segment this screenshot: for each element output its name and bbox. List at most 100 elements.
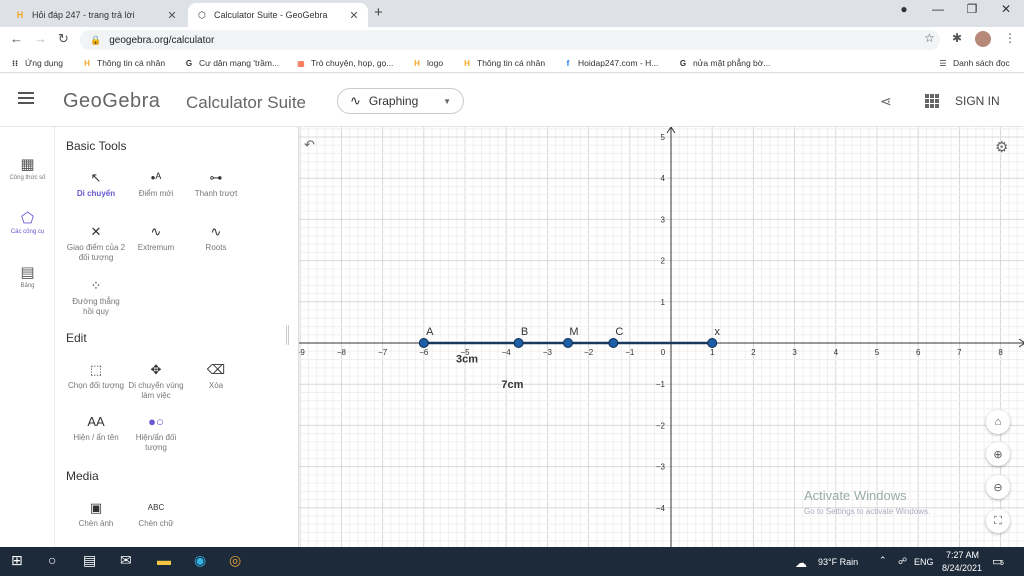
graphing-icon: ∿ [350,93,361,108]
extensions-icon[interactable]: ✱ [952,31,962,45]
label-icon: AA [87,414,105,429]
new-tab-icon[interactable]: + [374,4,383,21]
app-switcher-button[interactable]: ∿ Graphing ▼ [337,88,464,114]
browser-menu-icon[interactable]: ⋮ [1004,31,1016,45]
weather-text[interactable]: 93°F Rain [818,557,858,567]
minimize-icon[interactable]: — [922,2,954,16]
tool-move-view[interactable]: ✥ Di chuyển vùng làm việc [126,359,186,401]
tool-delete[interactable]: ⌫ Xóa [186,359,246,391]
star-icon[interactable]: ☆ [924,31,935,45]
rail-tools[interactable]: ⬠ Các công cụ [0,209,55,235]
hamburger-menu-icon[interactable] [18,92,34,107]
length-annotation: 7cm [501,379,523,391]
y-tick-label: −1 [656,380,666,389]
tool-intersect[interactable]: ✕ Giao điểm của 2 đối tượng [66,221,126,263]
lock-icon: 🔒 [90,34,102,45]
apps-grid-icon: ⁝⁝ [11,58,19,68]
home-icon: ⌂ [994,416,1002,428]
bookmark-item[interactable]: f Hoidap247.com - H... [563,58,659,68]
google-icon: G [185,58,193,68]
tool-point[interactable]: •ᴬ Điểm mới [126,167,186,199]
tool-image[interactable]: ▣ Chèn ảnh [66,497,126,529]
folder-icon[interactable]: ▬ [157,552,171,568]
search-icon[interactable]: ○ [48,552,56,568]
language-indicator[interactable]: ENG [914,557,934,567]
tool-move[interactable]: ↖ Di chuyển [66,167,126,199]
share-icon[interactable]: ⋖ [880,93,892,110]
tool-select[interactable]: ⬚ Chọn đối tượng [66,359,126,391]
settings-gear-icon[interactable]: ⚙ [995,138,1008,156]
section-media: Media [66,469,99,483]
bookmark-item[interactable]: Hlogo [412,58,443,68]
text-icon: ABC [147,503,165,512]
left-rail: ▦ Công thức số ⬠ Các công cụ ▤ Bảng [0,127,55,547]
slider-icon: ⊶ [209,170,223,185]
clock-date[interactable]: 8/24/2021 [942,563,982,573]
x-tick-label: 5 [875,348,880,357]
geogebra-favicon-icon: ⬡ [198,9,206,20]
bookmark-item[interactable]: ▦ Trò chuyện, họp, gọ... [296,58,393,68]
bookmark-item[interactable]: H Thông tin cá nhân [462,58,545,68]
record-icon[interactable]: ● [888,2,920,16]
graphics-view[interactable]: −9−8−7−6−5−4−3−2−101234567854321−1−2−3−4… [298,127,1024,547]
tool-slider[interactable]: ⊶ Thanh trượt [186,167,246,199]
activate-windows-subtitle: Go to Settings to activate Windows. [804,507,931,516]
rail-table[interactable]: ▤ Bảng [0,263,55,289]
tool-text[interactable]: ABC Chèn chữ [126,497,186,529]
reading-list[interactable]: ☰ Danh sách đọc [938,58,1009,68]
app-title: Calculator Suite [186,93,307,112]
forward-icon[interactable]: → [34,31,47,46]
tool-show-object[interactable]: ●○ Hiện/ẩn đối tượng [126,411,186,453]
tab-title: Calculator Suite - GeoGebra [214,10,328,20]
zoom-out-button[interactable]: ⊖ [986,475,1010,499]
hoidap-icon: H [464,58,470,68]
rail-algebra[interactable]: ▦ Công thức số [0,155,55,181]
sign-in-button[interactable]: SIGN IN [955,94,1000,108]
browser-tab-hoidap[interactable]: H Hỏi đáp 247 - trang trả lời ✕ [6,3,186,27]
windows-start-icon[interactable]: ⊞ [11,552,23,569]
point-A[interactable] [418,338,429,348]
zoom-in-button[interactable]: ⊕ [986,442,1010,466]
tool-regression[interactable]: ⁘ Đường thẳng hồi quy [66,275,126,317]
store-icon[interactable]: ▤ [83,552,96,569]
network-icon[interactable]: ☍ [898,556,907,567]
point-icon: •ᴬ [150,170,162,185]
apps-grid-icon[interactable] [925,94,939,108]
show-object-icon: ●○ [148,414,164,429]
tray-chevron-icon[interactable]: ⌃ [879,555,887,566]
intersect-icon: ✕ [90,224,102,239]
reload-icon[interactable]: ↻ [58,31,69,47]
bookmark-apps[interactable]: ⁝⁝ Ứng dụng [10,58,63,68]
x-tick-label: 3 [792,348,797,357]
tool-extremum[interactable]: ∿ Extremum [126,221,186,253]
fullscreen-button[interactable]: ⛶ [986,509,1010,533]
url-bar[interactable]: 🔒 geogebra.org/calculator [80,30,940,50]
close-tab-icon[interactable]: ✕ [348,9,360,22]
chrome-icon[interactable]: ◎ [229,552,241,569]
clock-time[interactable]: 7:27 AM [946,550,979,560]
tool-roots[interactable]: ∿ Roots [186,221,246,253]
home-view-button[interactable]: ⌂ [986,410,1010,434]
point-C[interactable] [608,338,619,348]
close-window-icon[interactable]: ✕ [990,2,1022,16]
profile-avatar[interactable] [975,31,991,47]
point-B[interactable] [513,338,524,348]
panel-resize-handle[interactable] [286,325,289,345]
tools-icon: ⬠ [20,210,35,227]
edge-icon[interactable]: ◉ [194,552,206,569]
back-icon[interactable]: ← [10,31,23,46]
point-M[interactable] [563,338,573,348]
mail-icon[interactable]: ✉ [120,552,132,569]
bookmark-item[interactable]: Gnửa mặt phẳng bờ... [678,58,771,68]
coordinate-plane[interactable]: −9−8−7−6−5−4−3−2−101234567854321−1−2−3−4… [299,127,1024,547]
x-tick-label: 2 [751,348,756,357]
point-x[interactable] [707,338,718,348]
bookmark-item[interactable]: H Thông tin cá nhân [82,58,165,68]
browser-tab-geogebra[interactable]: ⬡ Calculator Suite - GeoGebra ✕ [188,3,368,27]
bookmark-item[interactable]: G Cư dân mạng 'trầm... [184,58,279,68]
close-tab-icon[interactable]: ✕ [166,9,178,22]
tool-show-label[interactable]: AA Hiện / ẩn tên [66,411,126,443]
undo-icon[interactable]: ↶ [304,137,315,153]
maximize-icon[interactable]: ❐ [956,2,988,16]
facebook-icon: f [566,58,570,68]
